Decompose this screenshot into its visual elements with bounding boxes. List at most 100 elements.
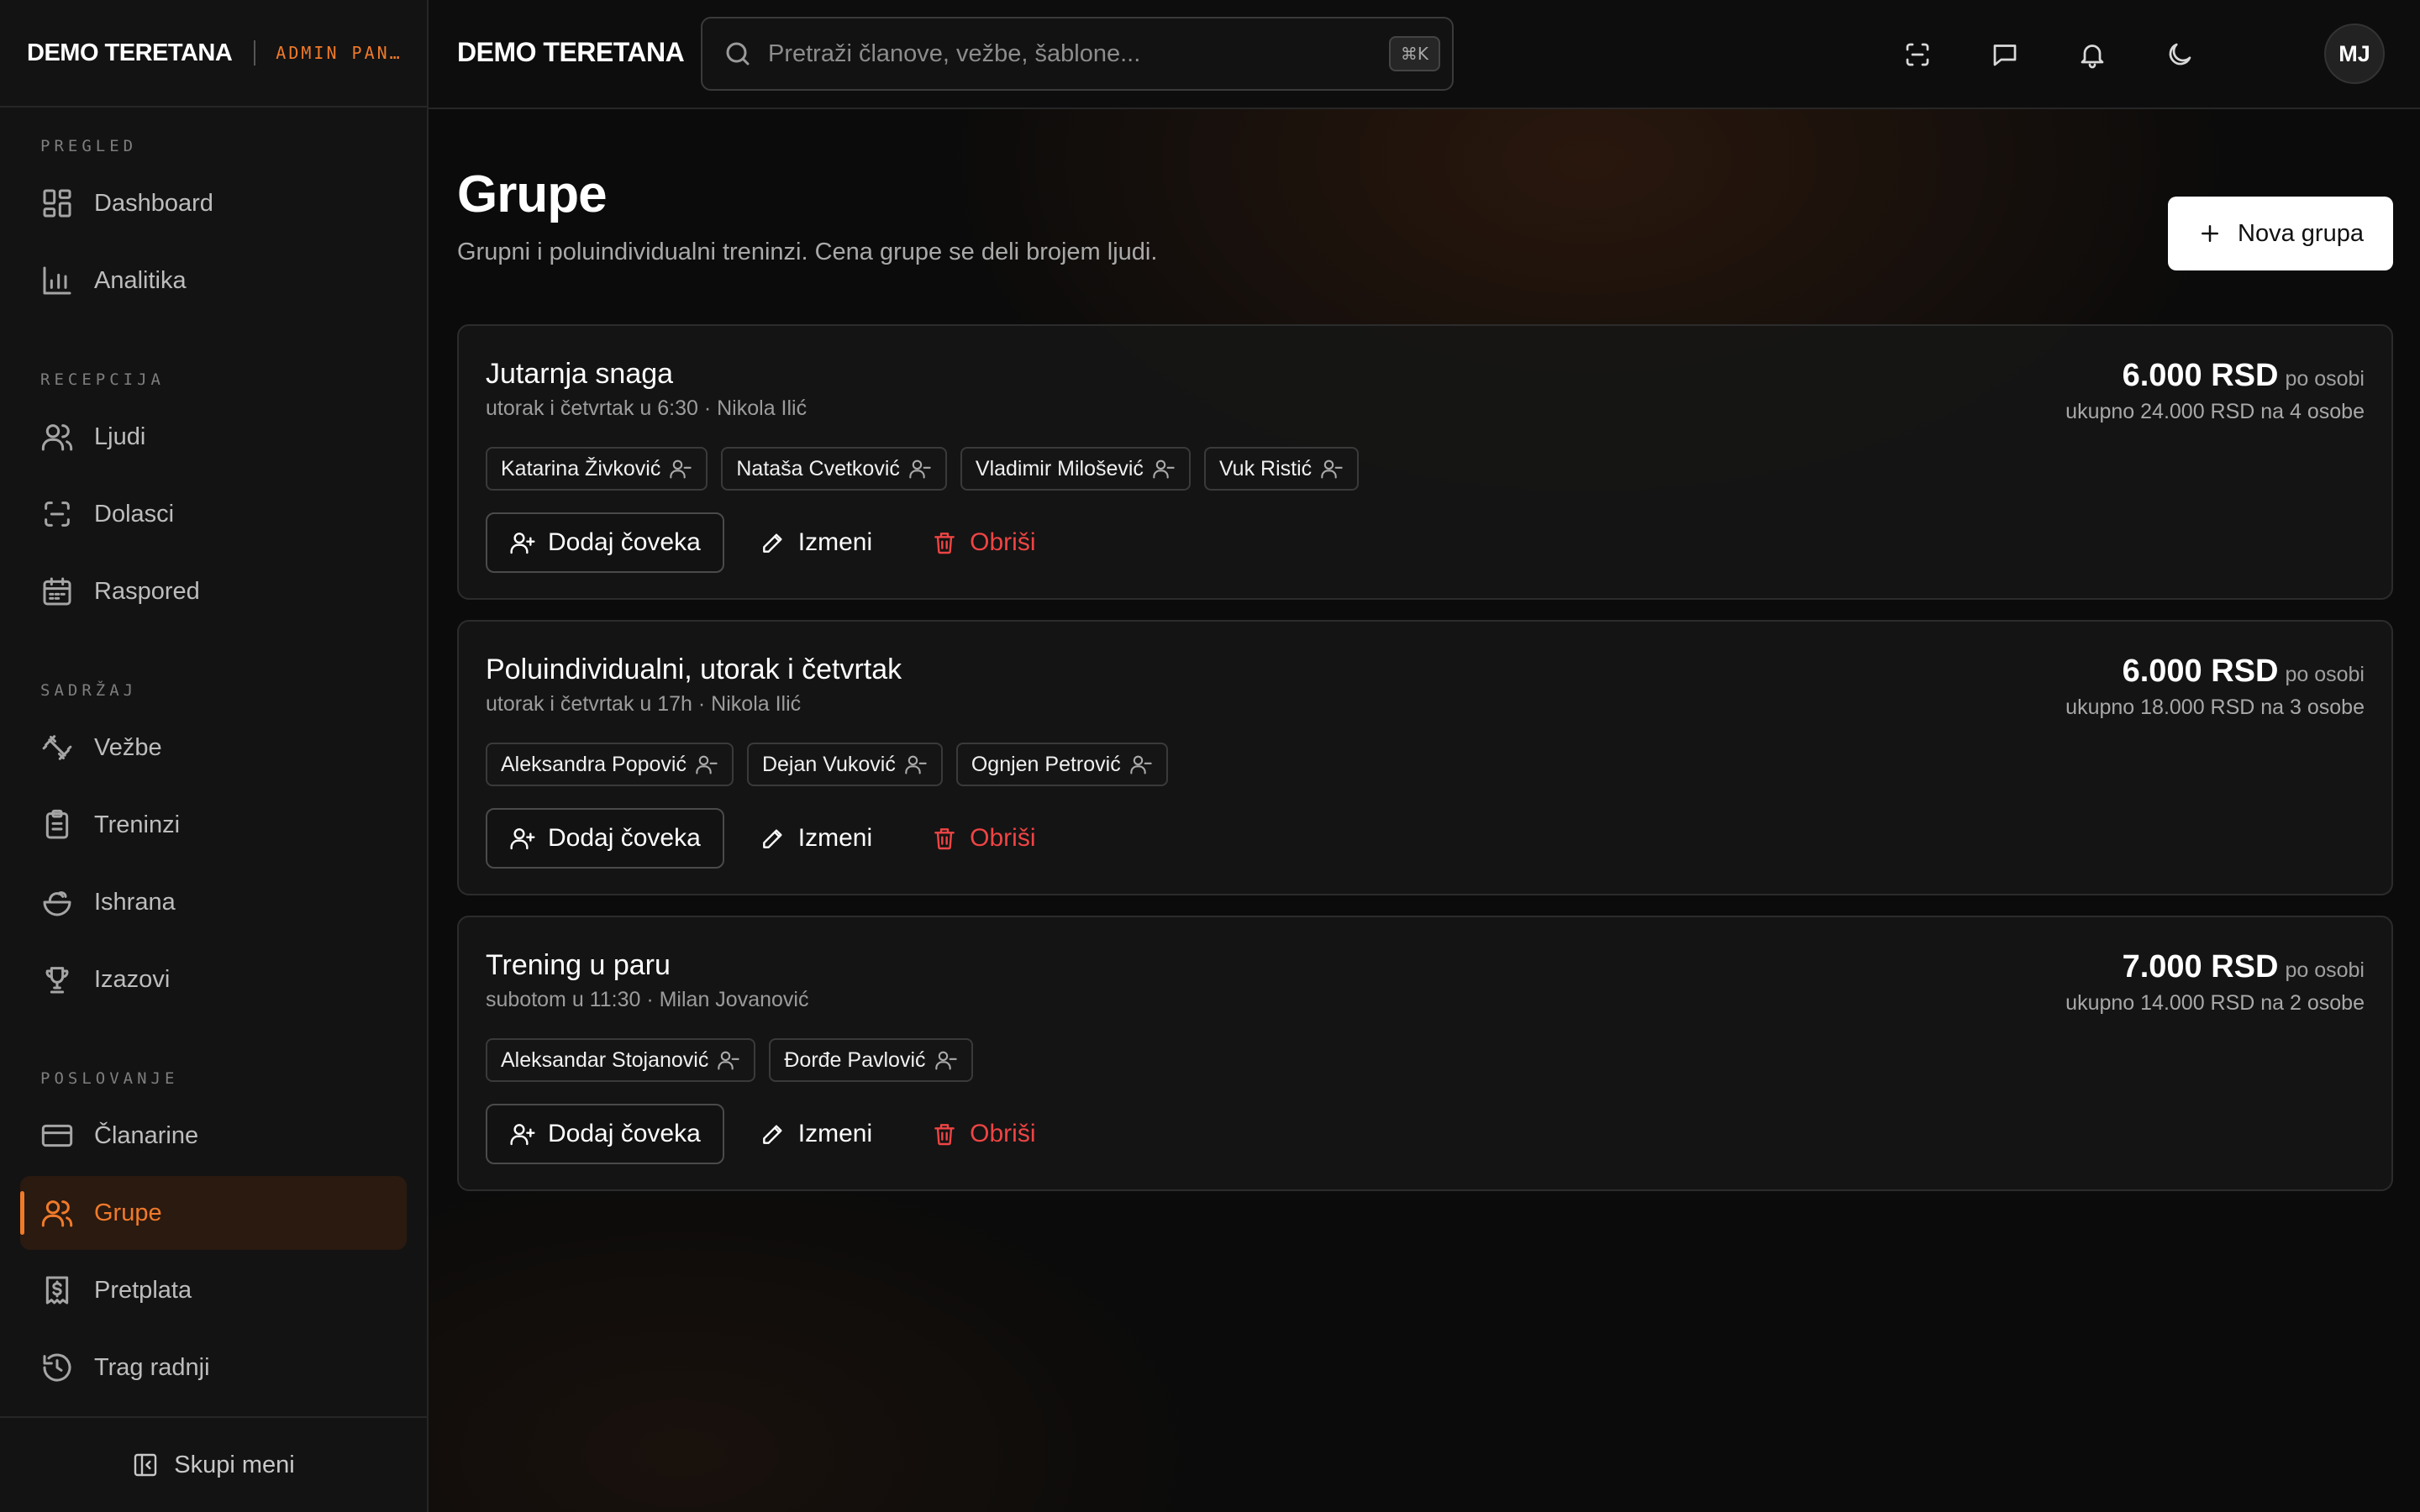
remove-member-button[interactable] — [1152, 457, 1176, 480]
add-person-button[interactable]: Dodaj čoveka — [486, 512, 724, 573]
sidebar-item-trag-radnji[interactable]: Trag radnji — [20, 1331, 407, 1404]
theme-toggle-button[interactable] — [2159, 34, 2201, 76]
user-minus-icon — [934, 1048, 958, 1072]
search-icon — [723, 39, 753, 69]
member-chip[interactable]: Vladimir Milošević — [960, 447, 1191, 491]
group-actions: Dodaj čoveka Izmeni Obriši — [486, 1104, 1059, 1164]
remove-member-button[interactable] — [695, 753, 718, 776]
delete-button[interactable]: Obriši — [908, 808, 1059, 869]
nav-section-gap — [20, 1016, 407, 1062]
member-chip[interactable]: Aleksandra Popović — [486, 743, 734, 786]
sidebar-item-label: Ljudi — [94, 423, 146, 450]
member-chip[interactable]: Vuk Ristić — [1203, 447, 1360, 491]
sidebar-item-ljudi[interactable]: Ljudi — [20, 400, 407, 474]
user-minus-icon — [904, 753, 928, 776]
add-person-button[interactable]: Dodaj čoveka — [486, 808, 724, 869]
sidebar-item-izazovi[interactable]: Izazovi — [20, 942, 407, 1016]
calendar-icon — [40, 575, 74, 608]
sidebar-nav: PREGLED Dashboard Analitika RECEPCIJA Ljudi D… — [0, 108, 427, 1404]
user-minus-icon — [695, 753, 718, 776]
scan-button[interactable] — [1897, 34, 1939, 76]
trophy-icon — [40, 963, 74, 996]
edit-button[interactable]: Izmeni — [736, 512, 896, 573]
search-box[interactable]: ⌘K — [701, 17, 1454, 91]
sidebar-item-pretplata[interactable]: Pretplata — [20, 1253, 407, 1327]
collapse-menu-button[interactable]: Skupi meni — [0, 1416, 427, 1512]
sidebar-item-label: Treninzi — [94, 811, 181, 838]
group-card: Jutarnja snaga utorak i četvrtak u 6:30 ·… — [457, 324, 2393, 600]
member-chip[interactable]: Nataša Cvetković — [721, 447, 947, 491]
user-avatar[interactable]: MJ — [2324, 24, 2385, 84]
scan-icon — [1902, 39, 1933, 70]
panel-left-icon — [132, 1452, 159, 1478]
edit-button[interactable]: Izmeni — [736, 808, 896, 869]
member-name: Ognjen Petrović — [971, 752, 1121, 776]
nav-section-gap — [20, 318, 407, 363]
user-minus-icon — [1129, 753, 1153, 776]
member-name: Nataša Cvetković — [736, 456, 900, 480]
sidebar-item-label: Grupe — [94, 1199, 162, 1226]
sidebar-item-ishrana[interactable]: Ishrana — [20, 865, 407, 939]
member-chip[interactable]: Đorđe Pavlović — [769, 1038, 973, 1082]
new-group-button[interactable]: Nova grupa — [2168, 197, 2393, 270]
remove-member-button[interactable] — [717, 1048, 740, 1072]
edit-label: Izmeni — [797, 1120, 873, 1147]
sidebar-item-analitika[interactable]: Analitika — [20, 244, 407, 318]
remove-member-button[interactable] — [908, 457, 932, 480]
delete-label: Obriši — [970, 824, 1036, 852]
add-person-button[interactable]: Dodaj čoveka — [486, 1104, 724, 1164]
price-unit: po osobi — [2285, 663, 2365, 686]
sidebar-item-label: Ishrana — [94, 888, 176, 916]
sidebar-item-label: Dolasci — [94, 500, 175, 528]
brand-divider — [254, 40, 256, 66]
pencil-icon — [760, 825, 786, 852]
sidebar-item-vezbe[interactable]: Vežbe — [20, 711, 407, 785]
member-chip[interactable]: Ognjen Petrović — [955, 743, 1168, 786]
page-title: Grupe — [457, 165, 608, 223]
delete-button[interactable]: Obriši — [908, 512, 1059, 573]
brand-name: DEMO TERETANA — [27, 39, 233, 66]
scan-icon — [40, 497, 74, 531]
member-chip[interactable]: Katarina Živković — [486, 447, 708, 491]
dashboard-icon — [40, 186, 74, 220]
sidebar-item-clanarine[interactable]: Članarine — [20, 1099, 407, 1173]
member-name: Aleksandar Stojanović — [501, 1047, 709, 1072]
clipboard-icon — [40, 808, 74, 842]
topbar-brand: DEMO TERETANA — [457, 37, 685, 67]
remove-member-button[interactable] — [934, 1048, 958, 1072]
salad-icon — [40, 885, 74, 919]
remove-member-button[interactable] — [669, 457, 692, 480]
remove-member-button[interactable] — [1320, 457, 1344, 480]
collapse-menu-label: Skupi meni — [174, 1451, 295, 1478]
sidebar-brand: DEMO TERETANA ADMIN PAN… — [0, 0, 427, 108]
sidebar-item-treninzi[interactable]: Treninzi — [20, 788, 407, 862]
member-chip[interactable]: Aleksandar Stojanović — [486, 1038, 756, 1082]
group-total: ukupno 24.000 RSD na 4 osobe — [2065, 400, 2365, 423]
user-minus-icon — [1320, 457, 1344, 480]
user-minus-icon — [1152, 457, 1176, 480]
group-total: ukupno 14.000 RSD na 2 osobe — [2065, 991, 2365, 1015]
price-amount: 6.000 RSD — [2122, 654, 2279, 689]
trash-icon — [931, 825, 958, 852]
edit-button[interactable]: Izmeni — [736, 1104, 896, 1164]
member-list: Aleksandar Stojanović Đorđe Pavlović — [486, 1038, 973, 1082]
edit-label: Izmeni — [797, 824, 873, 852]
sidebar-item-grupe[interactable]: Grupe — [20, 1176, 407, 1250]
group-name: Jutarnja snaga — [486, 358, 674, 390]
sidebar-item-dashboard[interactable]: Dashboard — [20, 166, 407, 240]
dumbbell-icon — [40, 731, 74, 764]
user-plus-icon — [509, 825, 536, 852]
remove-member-button[interactable] — [1129, 753, 1153, 776]
member-chip[interactable]: Dejan Vuković — [746, 743, 943, 786]
brand-subtitle: ADMIN PAN… — [276, 43, 402, 63]
notifications-button[interactable] — [2071, 34, 2113, 76]
messages-button[interactable] — [1984, 34, 2026, 76]
new-group-label: Nova grupa — [2238, 219, 2364, 247]
sidebar-item-dolasci[interactable]: Dolasci — [20, 477, 407, 551]
search-input[interactable] — [768, 39, 1374, 68]
delete-button[interactable]: Obriši — [908, 1104, 1059, 1164]
topbar: DEMO TERETANA ⌘K MJ — [429, 0, 2420, 109]
message-icon — [1990, 39, 2020, 70]
remove-member-button[interactable] — [904, 753, 928, 776]
sidebar-item-raspored[interactable]: Raspored — [20, 554, 407, 628]
